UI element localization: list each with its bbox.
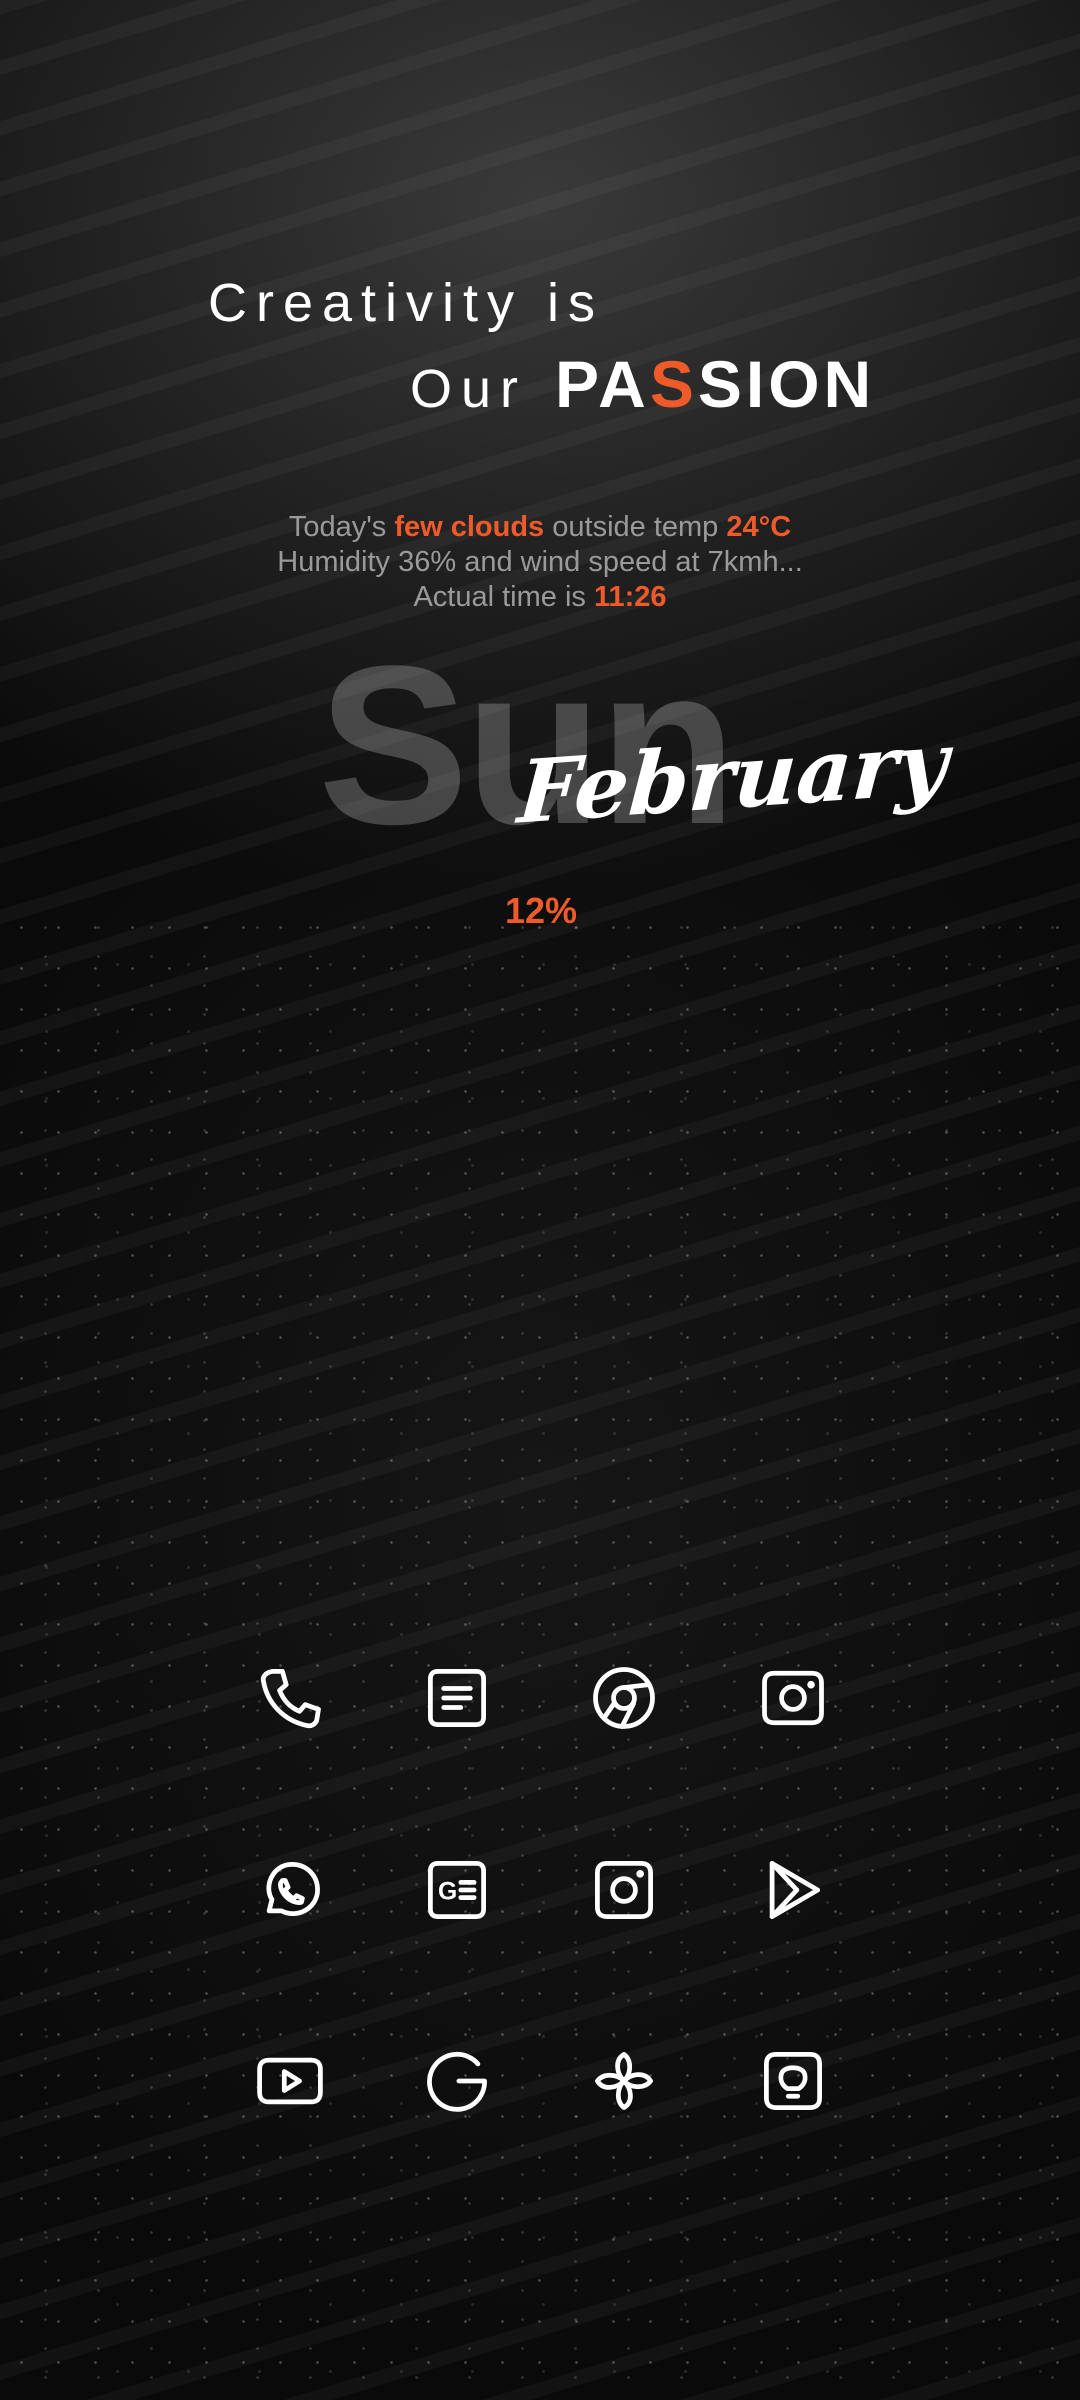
whatsapp-icon — [266, 1861, 320, 1917]
pinwheel-app[interactable] — [582, 2039, 666, 2123]
camera-icon — [762, 1670, 824, 1726]
chrome-app[interactable] — [582, 1656, 666, 1740]
play-store-app[interactable] — [751, 1848, 835, 1932]
tips-icon — [764, 2052, 822, 2110]
phone-icon — [260, 1669, 321, 1729]
google-news-icon: G — [428, 1861, 486, 1919]
youtube-app[interactable] — [248, 2039, 332, 2123]
camera-app[interactable] — [751, 1656, 835, 1740]
youtube-icon — [257, 2057, 323, 2105]
instagram-icon — [595, 1861, 653, 1919]
google-icon — [427, 2052, 487, 2112]
google-news-app[interactable]: G — [415, 1848, 499, 1932]
play-store-icon — [769, 1861, 821, 1919]
messages-icon — [428, 1669, 486, 1727]
pinwheel-icon — [595, 2052, 653, 2110]
news-g-letter: G — [438, 1879, 457, 1906]
google-app[interactable] — [415, 2039, 499, 2123]
phone-app[interactable] — [248, 1656, 332, 1740]
messages-app[interactable] — [415, 1656, 499, 1740]
tips-app[interactable] — [751, 2039, 835, 2123]
whatsapp-app[interactable] — [248, 1848, 332, 1932]
instagram-app[interactable] — [582, 1848, 666, 1932]
app-icon-grid: G — [0, 0, 1080, 2400]
chrome-icon — [593, 1667, 655, 1729]
